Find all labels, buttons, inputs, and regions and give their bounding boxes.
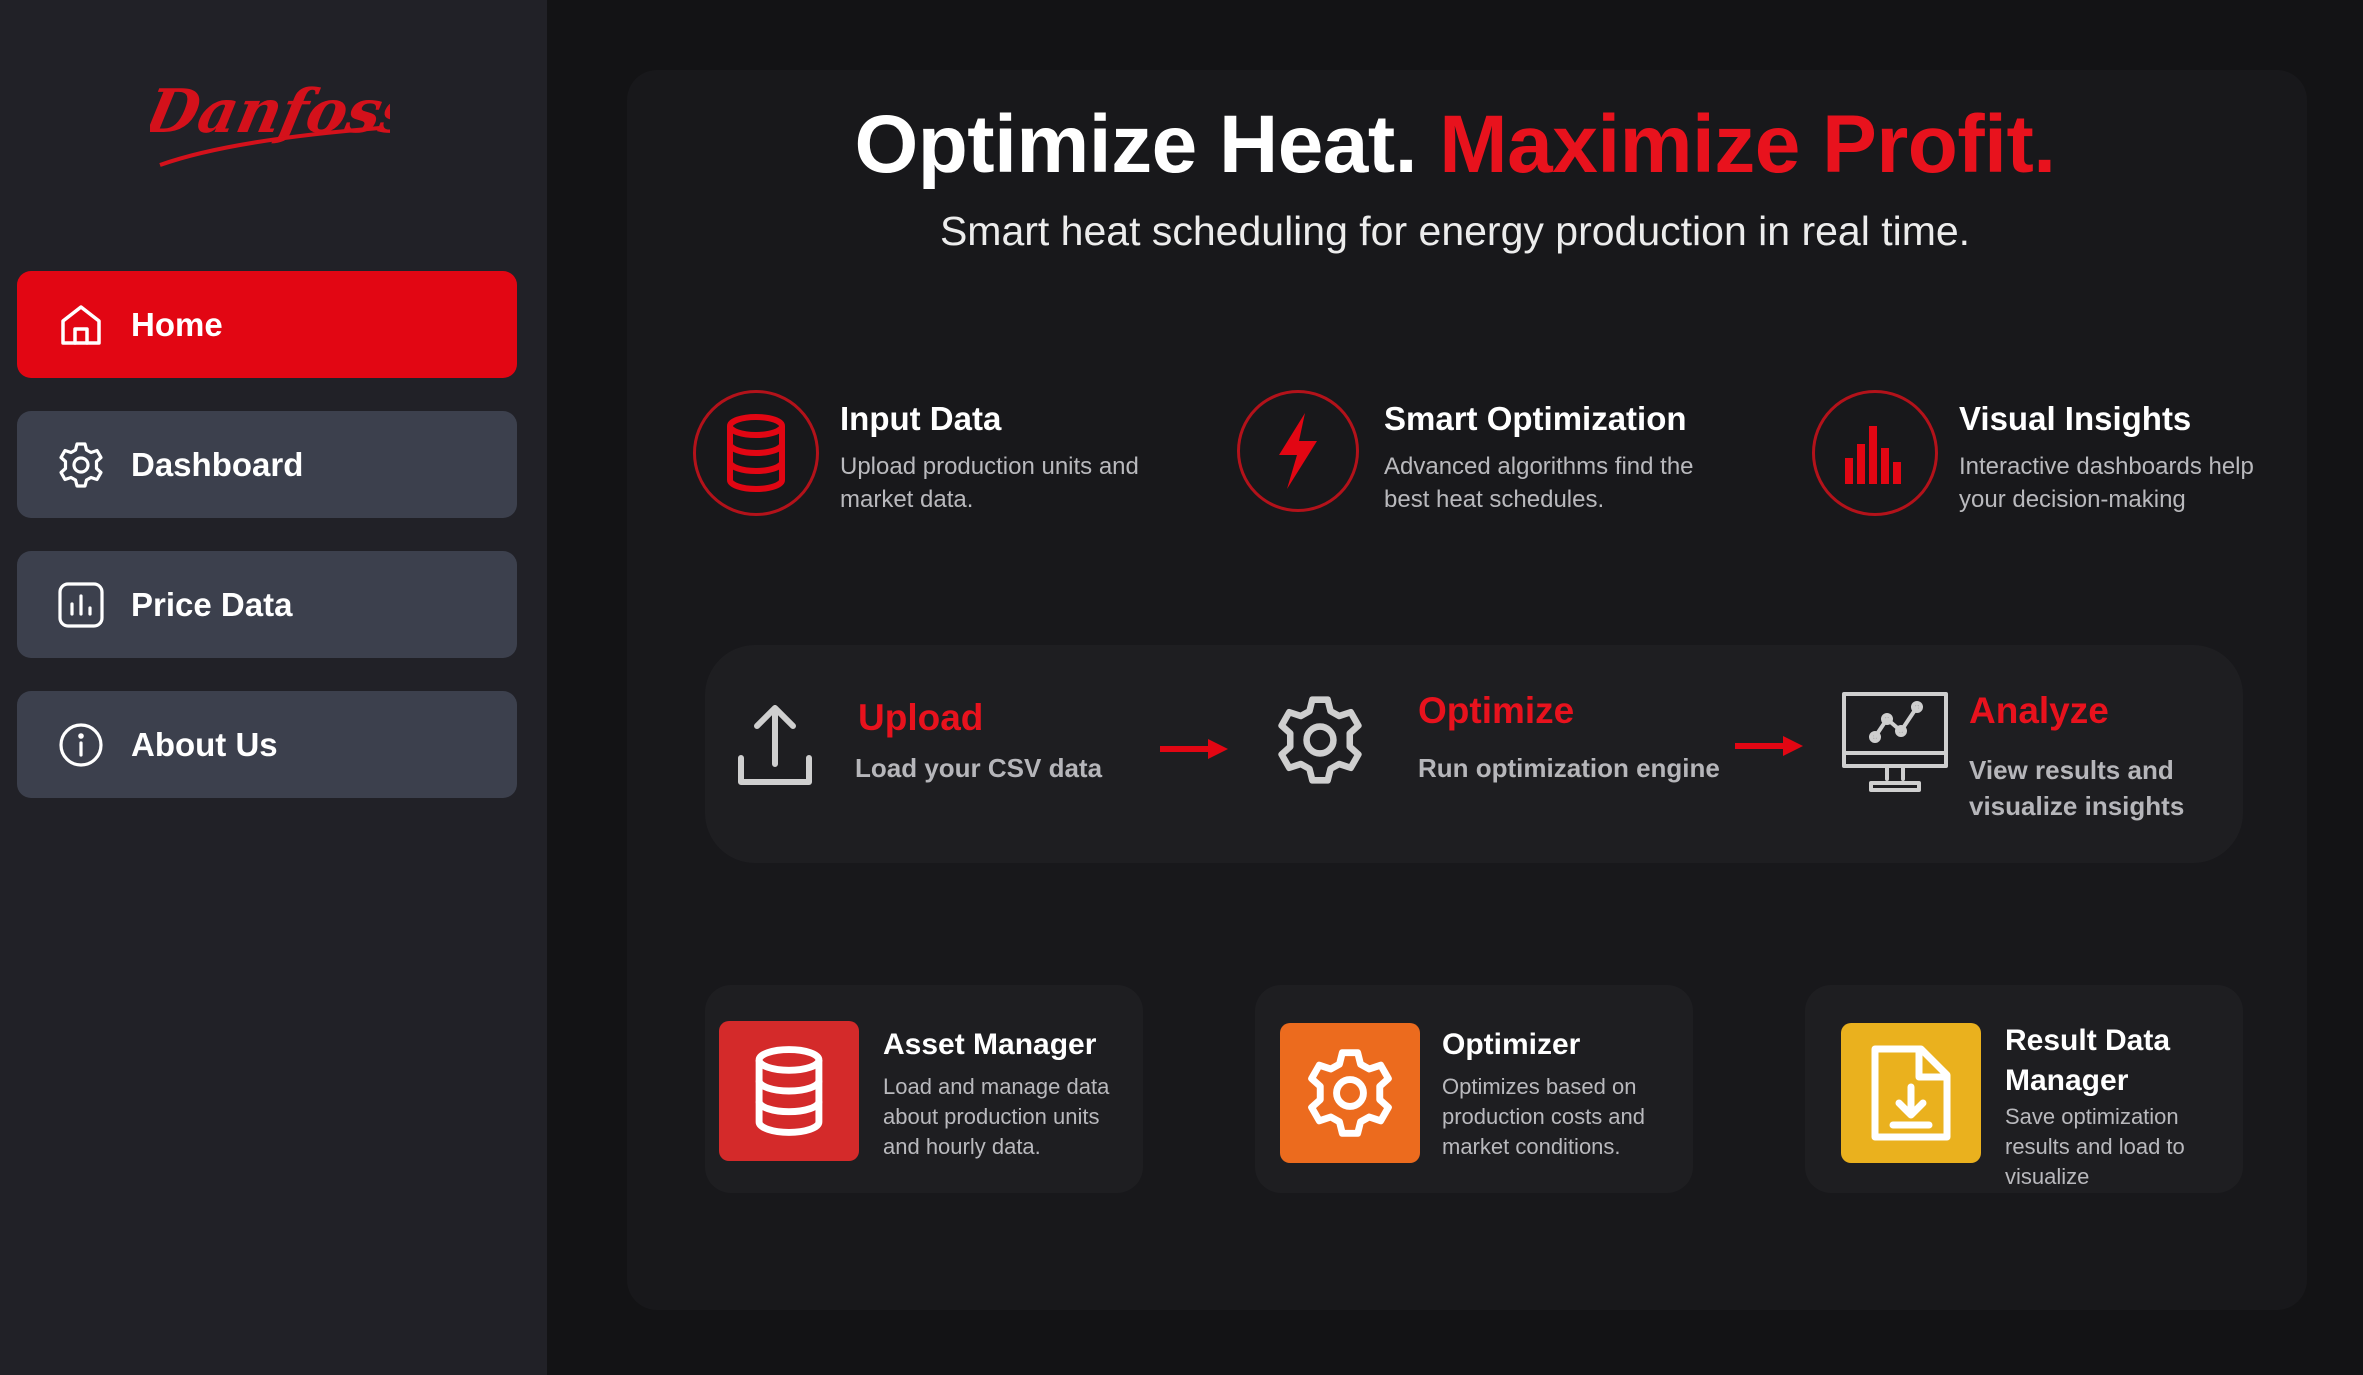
sidebar-item-price-data[interactable]: Price Data <box>17 551 517 658</box>
step-title-optimize: Optimize <box>1418 690 1575 731</box>
database-icon <box>719 1021 859 1161</box>
step-desc-upload: Load your CSV data <box>855 753 1103 783</box>
lightning-icon <box>1237 390 1359 512</box>
bar-chart-icon <box>55 579 107 631</box>
sidebar-item-dashboard[interactable]: Dashboard <box>17 411 517 518</box>
app-root: Danfoss Home Dashboard Price Data About … <box>0 0 2363 1375</box>
gear-icon <box>55 439 107 491</box>
danfoss-logo[interactable]: Danfoss <box>138 70 422 180</box>
feature-title: Visual Insights <box>1959 400 2192 437</box>
module-desc: Load and manage data about production un… <box>883 1074 1110 1159</box>
svg-text:Danfoss: Danfoss <box>150 77 390 147</box>
module-card-asset-manager[interactable]: Asset Manager Load and manage data about… <box>705 985 1143 1193</box>
sidebar-item-label: Dashboard <box>131 445 304 483</box>
file-download-icon <box>1841 1023 1981 1163</box>
module-title: Asset Manager <box>883 1028 1097 1061</box>
module-desc: Optimizes based on production costs and … <box>1442 1074 1646 1159</box>
sidebar: Danfoss Home Dashboard Price Data About … <box>0 0 547 1375</box>
sidebar-item-label: Home <box>131 305 223 343</box>
sidebar-item-label: Price Data <box>131 585 293 623</box>
home-icon <box>55 299 107 351</box>
bar-chart-icon <box>1812 390 1938 516</box>
feature-smart-optimization: Smart Optimization Advanced algorithms f… <box>1237 390 1737 520</box>
upload-icon <box>735 700 815 790</box>
step-desc-analyze: View results and visualize insights <box>1969 755 2185 821</box>
sidebar-item-label: About Us <box>131 725 278 763</box>
main-content: Optimize Heat. Maximize Profit. Smart he… <box>547 0 2363 1375</box>
gear-icon <box>1270 690 1370 790</box>
title-white: Optimize Heat. <box>854 99 1417 190</box>
module-card-result-data-manager[interactable]: Result Data Manager Save optimization re… <box>1805 985 2243 1193</box>
feature-desc: Interactive dashboards help your decisio… <box>1959 453 2254 513</box>
sidebar-item-home[interactable]: Home <box>17 271 517 378</box>
arrow-right-icon <box>1735 736 1803 756</box>
sidebar-item-about-us[interactable]: About Us <box>17 691 517 798</box>
page-title: Optimize Heat. Maximize Profit. <box>547 98 2363 192</box>
info-icon <box>55 719 107 771</box>
gear-icon <box>1280 1023 1420 1163</box>
feature-title: Input Data <box>840 400 1002 437</box>
module-desc: Save optimization results and load to vi… <box>2005 1104 2185 1189</box>
feature-desc: Advanced algorithms find the best heat s… <box>1384 453 1694 513</box>
feature-input-data: Input Data Upload production units and m… <box>693 390 1173 520</box>
module-card-optimizer[interactable]: Optimizer Optimizes based on production … <box>1255 985 1693 1193</box>
feature-visual-insights: Visual Insights Interactive dashboards h… <box>1812 390 2292 520</box>
step-title-analyze: Analyze <box>1969 690 2109 731</box>
feature-desc: Upload production units and market data. <box>840 453 1139 513</box>
arrow-right-icon <box>1160 739 1228 759</box>
page-subtitle: Smart heat scheduling for energy product… <box>939 208 1971 254</box>
database-icon <box>693 390 819 516</box>
process-strip: Upload Load your CSV data Optimize Run o… <box>705 645 2243 863</box>
title-red: Maximize Profit. <box>1439 99 2056 190</box>
step-desc-optimize: Run optimization engine <box>1418 753 1720 783</box>
step-title-upload: Upload <box>858 697 984 738</box>
module-title: Optimizer <box>1442 1028 1581 1061</box>
feature-title: Smart Optimization <box>1384 400 1687 437</box>
monitor-chart-icon <box>1840 690 1950 795</box>
module-title: Result Data Manager <box>2005 1024 2171 1097</box>
